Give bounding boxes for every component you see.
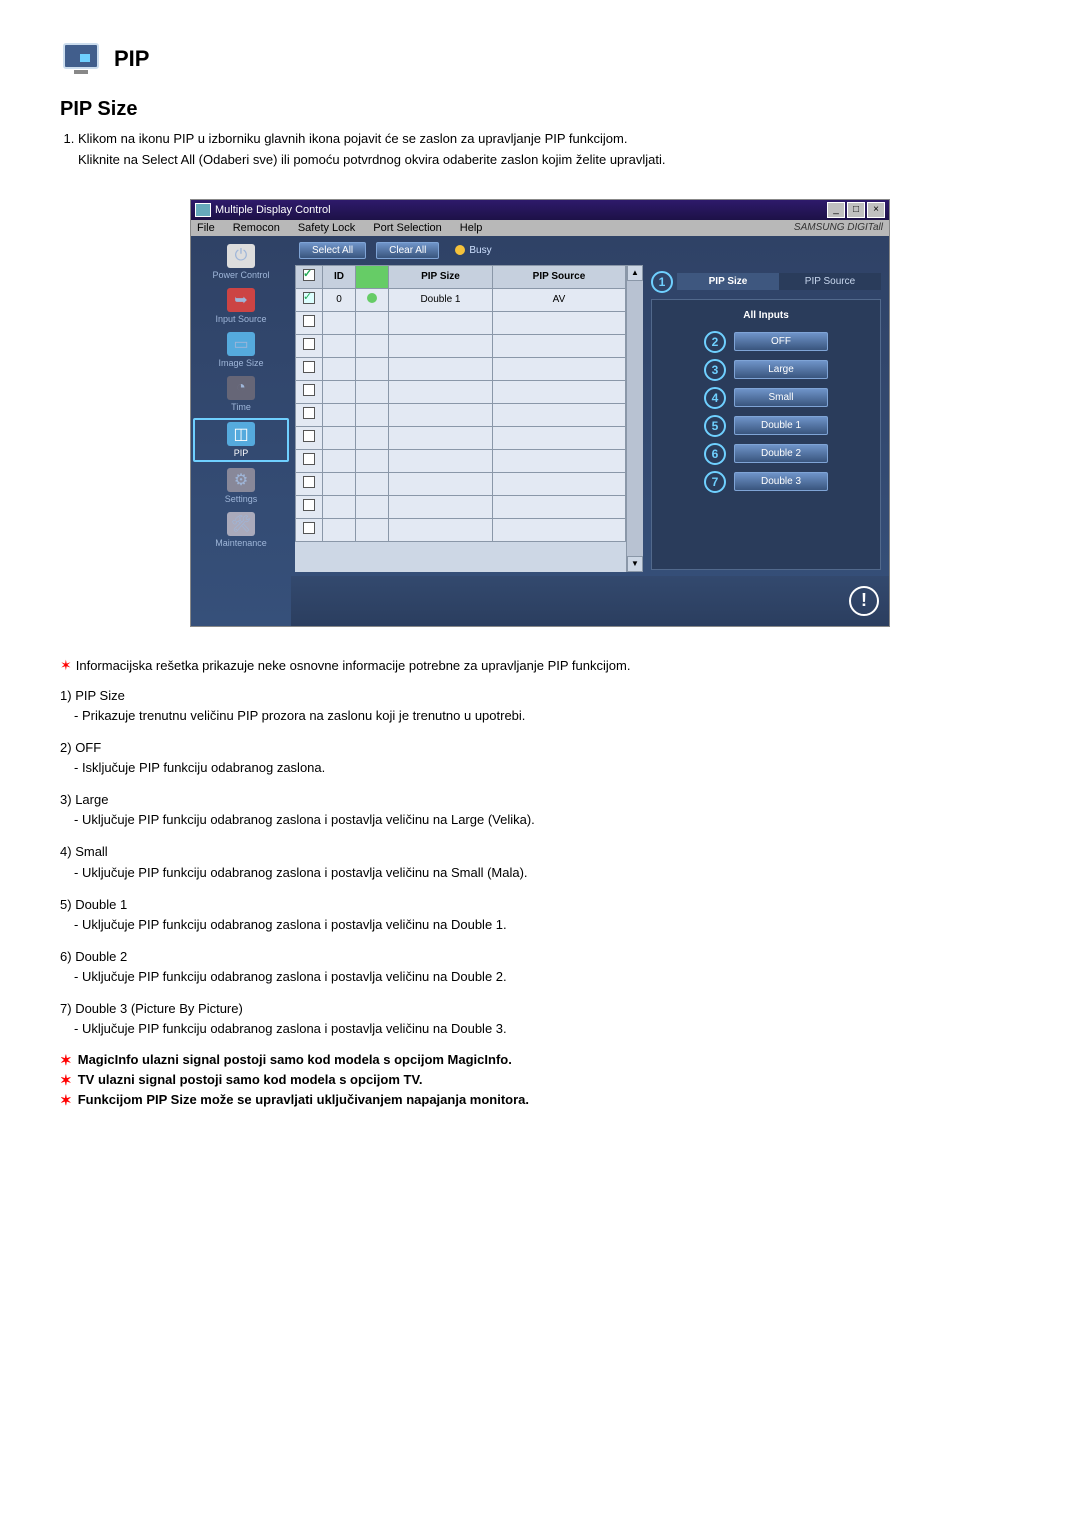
menubar: File Remocon Safety Lock Port Selection … <box>191 220 889 236</box>
row-id: 0 <box>323 288 356 311</box>
side-panel: 1 PIP Size PIP Source All Inputs 2 OFF 3L… <box>643 265 889 576</box>
window-title: Multiple Display Control <box>215 204 331 216</box>
close-button[interactable]: × <box>867 202 885 218</box>
callout-2: 2 <box>704 331 726 353</box>
menu-help[interactable]: Help <box>460 222 483 234</box>
display-grid: ID PIP Size PIP Source 0 Double 1 AV <box>295 265 626 572</box>
sidebar-item-image-size[interactable]: ▭Image Size <box>195 330 287 370</box>
star-icon: ✶ <box>60 1092 72 1109</box>
clear-all-button[interactable]: Clear All <box>376 242 439 259</box>
option-large[interactable]: Large <box>734 360 828 379</box>
app-screenshot: Multiple Display Control _ □ × File Remo… <box>190 199 890 627</box>
busy-indicator: Busy <box>455 245 491 256</box>
scroll-down-icon[interactable]: ▼ <box>627 556 643 572</box>
col-status <box>356 265 389 288</box>
sidebar: ⏻Power Control ➥Input Source ▭Image Size… <box>191 236 291 626</box>
sidebar-item-time[interactable]: ◔Time <box>195 374 287 414</box>
menu-port-selection[interactable]: Port Selection <box>373 222 441 234</box>
panel-title: All Inputs <box>743 310 789 321</box>
col-id: ID <box>323 265 356 288</box>
star-icon: ✶ <box>60 1072 72 1089</box>
option-double3[interactable]: Double 3 <box>734 472 828 491</box>
star-icon: ✶ <box>60 657 72 673</box>
numbered-list: 1) PIP Size- Prikazuje trenutnu veličinu… <box>60 686 1020 1040</box>
note-2: ✶TV ulazni signal postoji samo kod model… <box>60 1072 1020 1089</box>
col-pip-source: PIP Source <box>492 265 625 288</box>
row-checkbox[interactable] <box>303 292 315 304</box>
callout-5: 5 <box>704 415 726 437</box>
minimize-button[interactable]: _ <box>827 202 845 218</box>
intro-line-2: Kliknite na Select All (Odaberi sve) ili… <box>78 152 665 167</box>
scroll-up-icon[interactable]: ▲ <box>627 265 643 281</box>
callout-3: 3 <box>704 359 726 381</box>
sidebar-item-settings[interactable]: ⚙Settings <box>195 466 287 506</box>
brand-label: SAMSUNG DIGITall <box>794 222 883 233</box>
app-icon <box>195 203 211 217</box>
callout-1: 1 <box>651 271 673 293</box>
menu-safety-lock[interactable]: Safety Lock <box>298 222 355 234</box>
page-title: PIP <box>114 46 149 72</box>
row-pip-size: Double 1 <box>389 288 493 311</box>
note-3: ✶Funkcijom PIP Size može se upravljati u… <box>60 1092 1020 1109</box>
titlebar: Multiple Display Control _ □ × <box>191 200 889 220</box>
col-check[interactable] <box>296 265 323 288</box>
callout-6: 6 <box>704 443 726 465</box>
sidebar-item-maintenance[interactable]: 🛠Maintenance <box>195 510 287 550</box>
intro-line-1: Klikom na ikonu PIP u izborniku glavnih … <box>78 131 627 146</box>
option-off[interactable]: OFF <box>734 332 828 351</box>
menu-file[interactable]: File <box>197 222 215 234</box>
tab-pip-size[interactable]: PIP Size <box>677 273 779 290</box>
row-pip-source: AV <box>492 288 625 311</box>
option-small[interactable]: Small <box>734 388 828 407</box>
busy-dot-icon <box>455 245 465 255</box>
section-title: PIP Size <box>60 98 1020 121</box>
callout-7: 7 <box>704 471 726 493</box>
select-all-button[interactable]: Select All <box>299 242 366 259</box>
intro-list: Klikom na ikonu PIP u izborniku glavnih … <box>78 129 1020 171</box>
table-row[interactable]: 0 Double 1 AV <box>296 288 626 311</box>
info-icon[interactable]: ! <box>849 586 879 616</box>
sidebar-item-pip[interactable]: ◫PIP <box>193 418 289 462</box>
info-line: ✶Informacijska rešetka prikazuje neke os… <box>60 655 1020 676</box>
scrollbar[interactable]: ▲ ▼ <box>626 265 643 572</box>
status-dot-icon <box>367 293 377 303</box>
option-double1[interactable]: Double 1 <box>734 416 828 435</box>
menu-remocon[interactable]: Remocon <box>233 222 280 234</box>
note-1: ✶MagicInfo ulazni signal postoji samo ko… <box>60 1052 1020 1069</box>
monitor-icon <box>60 40 102 78</box>
maximize-button[interactable]: □ <box>847 202 865 218</box>
footer-bar: ! <box>291 576 889 626</box>
callout-4: 4 <box>704 387 726 409</box>
tab-pip-source[interactable]: PIP Source <box>779 273 881 290</box>
option-double2[interactable]: Double 2 <box>734 444 828 463</box>
sidebar-item-power-control[interactable]: ⏻Power Control <box>195 242 287 282</box>
col-pip-size: PIP Size <box>389 265 493 288</box>
sidebar-item-input-source[interactable]: ➥Input Source <box>195 286 287 326</box>
star-icon: ✶ <box>60 1052 72 1069</box>
